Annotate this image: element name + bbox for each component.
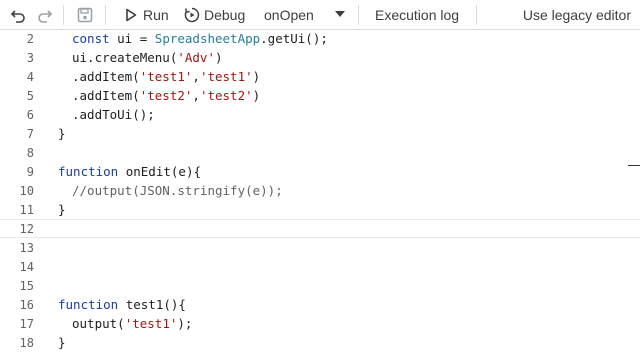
toolbar-divider	[358, 5, 359, 25]
code-line[interactable]: 7}	[0, 124, 640, 143]
code-line[interactable]: 16 function test1(){	[0, 295, 640, 314]
code-line[interactable]: 12	[0, 219, 640, 238]
code-text: .addToUi();	[72, 107, 155, 122]
line-number: 2	[26, 31, 34, 46]
code-line[interactable]: 10 //output(JSON.stringify(e));	[0, 181, 640, 200]
code-text: const ui = SpreadsheetApp.getUi();	[72, 31, 328, 46]
code-line[interactable]: 9 function onEdit(e){	[0, 162, 640, 181]
code-token: //output(JSON.stringify(e));	[72, 183, 283, 198]
function-select[interactable]: onOpen	[264, 0, 350, 30]
line-number: 18	[19, 335, 34, 350]
code-text: //output(JSON.stringify(e));	[72, 183, 283, 198]
code-token: .addItem(	[72, 88, 140, 103]
code-text: output('test1');	[72, 316, 192, 331]
line-number: 12	[19, 221, 34, 236]
line-number: 6	[26, 107, 34, 122]
execution-log-button[interactable]: Execution log	[375, 0, 459, 30]
editor-toolbar: Run Debug onOpen Execution log Use legac…	[0, 0, 640, 30]
code-line[interactable]: 14	[0, 257, 640, 276]
dropdown-arrow-icon	[334, 10, 346, 18]
code-token: SpreadsheetApp	[154, 31, 261, 46]
toolbar-divider	[105, 5, 106, 25]
code-token: ui.createMenu(	[72, 50, 178, 65]
code-line[interactable]: 11}	[0, 200, 640, 219]
line-number: 17	[19, 316, 34, 331]
code-token: );	[177, 316, 193, 331]
code-text: ui.createMenu('Adv')	[72, 50, 223, 65]
code-token: 'test1'	[139, 69, 193, 84]
code-token: ,	[192, 69, 200, 84]
code-line[interactable]: 6 .addToUi();	[0, 105, 640, 124]
code-line[interactable]: 18}	[0, 333, 640, 352]
code-token: )	[215, 50, 223, 65]
line-number: 9	[26, 164, 34, 179]
code-token: 'test2'	[199, 88, 253, 103]
code-token: }	[58, 126, 66, 141]
line-number: 5	[26, 88, 34, 103]
code-line[interactable]: 8	[0, 143, 640, 162]
code-token: const	[72, 31, 118, 46]
code-line[interactable]: 2 const ui = SpreadsheetApp.getUi();	[0, 30, 640, 48]
line-number: 3	[26, 50, 34, 65]
code-token: .addToUi();	[72, 107, 155, 122]
code-token: function	[58, 164, 126, 179]
code-text: }	[58, 335, 66, 350]
code-text: function test1(){	[58, 297, 186, 312]
code-token: 'Adv'	[177, 50, 215, 65]
line-number: 8	[26, 145, 34, 160]
save-icon[interactable]	[76, 6, 94, 24]
code-token: output(	[72, 316, 125, 331]
use-legacy-editor-button[interactable]: Use legacy editor	[523, 0, 631, 30]
code-token: )	[252, 88, 261, 103]
code-token: ui =	[117, 31, 155, 46]
code-text: .addItem('test2','test2')	[72, 88, 260, 103]
line-number: 7	[26, 126, 34, 141]
code-token: ,	[192, 88, 200, 103]
run-button[interactable]: Run	[124, 0, 169, 30]
code-editor[interactable]: 2 const ui = SpreadsheetApp.getUi(); 3 ui.c…	[0, 30, 640, 360]
code-token: onEdit(e){	[125, 164, 201, 179]
line-number: 13	[19, 240, 34, 255]
code-token: 'test2'	[139, 88, 193, 103]
scrollbar-marker	[628, 165, 640, 166]
debug-icon	[184, 7, 200, 23]
code-line[interactable]: 4 .addItem('test1','test1')	[0, 67, 640, 86]
toolbar-divider	[63, 5, 64, 25]
code-token: }	[58, 335, 66, 350]
code-line[interactable]: 15	[0, 276, 640, 295]
code-text: }	[58, 126, 66, 141]
code-token: .addItem(	[72, 69, 140, 84]
code-token: 'test1'	[124, 316, 178, 331]
toolbar-divider	[476, 5, 477, 25]
line-number: 10	[19, 183, 34, 198]
use-legacy-editor-label: Use legacy editor	[522, 7, 631, 23]
redo-icon[interactable]	[36, 6, 54, 24]
code-text: .addItem('test1','test1')	[72, 69, 260, 84]
code-token: test1(){	[125, 297, 186, 312]
code-token: .getUi();	[260, 31, 328, 46]
run-label: Run	[143, 7, 169, 23]
line-number: 15	[19, 278, 34, 293]
code-token: function	[58, 297, 126, 312]
code-line[interactable]: 5 .addItem('test2','test2')	[0, 86, 640, 105]
undo-icon[interactable]	[9, 6, 27, 24]
code-token: 'test1'	[199, 69, 253, 84]
debug-button[interactable]: Debug	[184, 0, 245, 30]
line-number: 16	[19, 297, 34, 312]
function-select-value: onOpen	[264, 7, 314, 23]
play-icon	[124, 8, 138, 22]
code-line[interactable]: 17 output('test1');	[0, 314, 640, 333]
execution-log-label: Execution log	[375, 7, 460, 23]
code-text: function onEdit(e){	[58, 164, 201, 179]
code-token: }	[58, 202, 66, 217]
line-number: 4	[26, 69, 34, 84]
line-number: 14	[19, 259, 34, 274]
code-line[interactable]: 3 ui.createMenu('Adv')	[0, 48, 640, 67]
line-number: 11	[19, 202, 34, 217]
code-token: )	[252, 69, 261, 84]
debug-label: Debug	[204, 7, 246, 23]
code-text: }	[58, 202, 66, 217]
code-line[interactable]: 13	[0, 238, 640, 257]
